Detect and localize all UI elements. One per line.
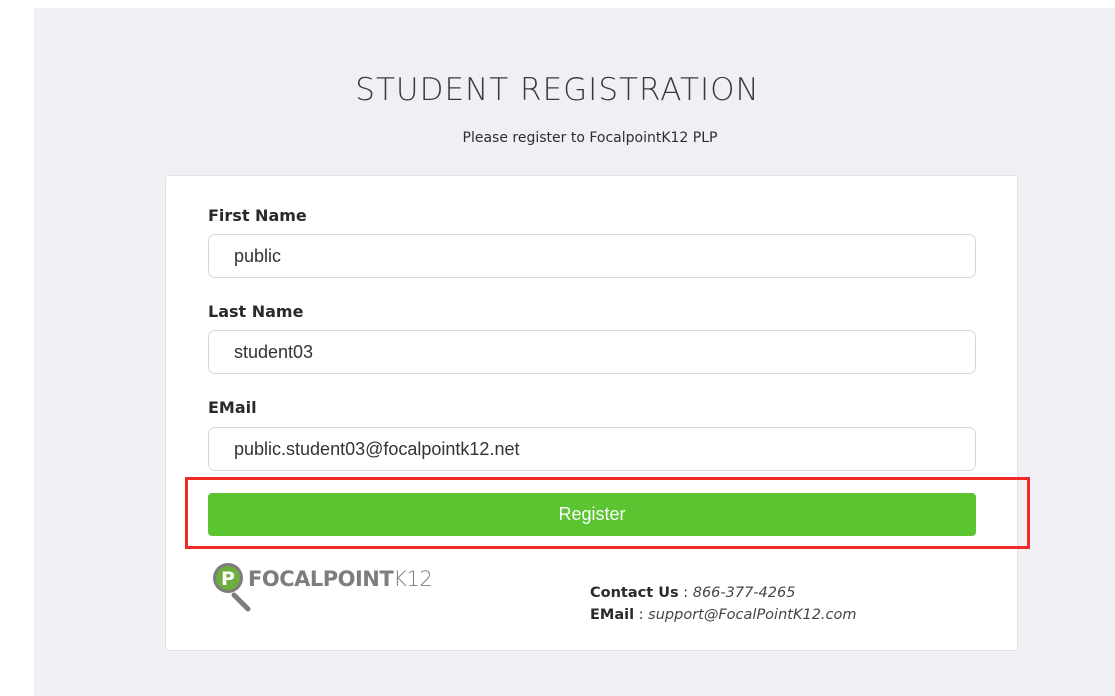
first-name-input[interactable] [208,234,976,278]
registration-card: First Name Last Name EMail Register P FO… [165,175,1018,651]
first-name-label: First Name [208,206,307,225]
svg-text:P: P [221,568,235,590]
contact-phone[interactable]: 866-377-4265 [693,585,796,601]
contact-separator: : [634,607,649,623]
logo-text-light: K12 [393,567,432,591]
logo-text-bold: FOCALPOINT [248,567,394,591]
page-subtitle: Please register to FocalpointK12 PLP [462,130,718,146]
focalpoint-logo: P FOCALPOINTK12 [213,563,433,612]
magnifier-p-icon: P [213,563,251,612]
contact-separator: : [678,585,693,601]
contact-info: Contact Us : 866-377-4265 EMail : suppor… [590,582,857,626]
contact-email[interactable]: support@FocalPointK12.com [648,607,856,623]
email-input[interactable] [208,427,976,471]
contact-email-label: EMail [590,607,635,623]
page-title: STUDENT REGISTRATION [355,72,760,108]
last-name-label: Last Name [208,302,304,321]
register-button[interactable]: Register [208,493,976,536]
last-name-input[interactable] [208,330,976,374]
contact-phone-label: Contact Us [590,585,679,601]
svg-text:FOCALPOINTK12: FOCALPOINTK12 [248,567,432,591]
email-label: EMail [208,398,257,417]
